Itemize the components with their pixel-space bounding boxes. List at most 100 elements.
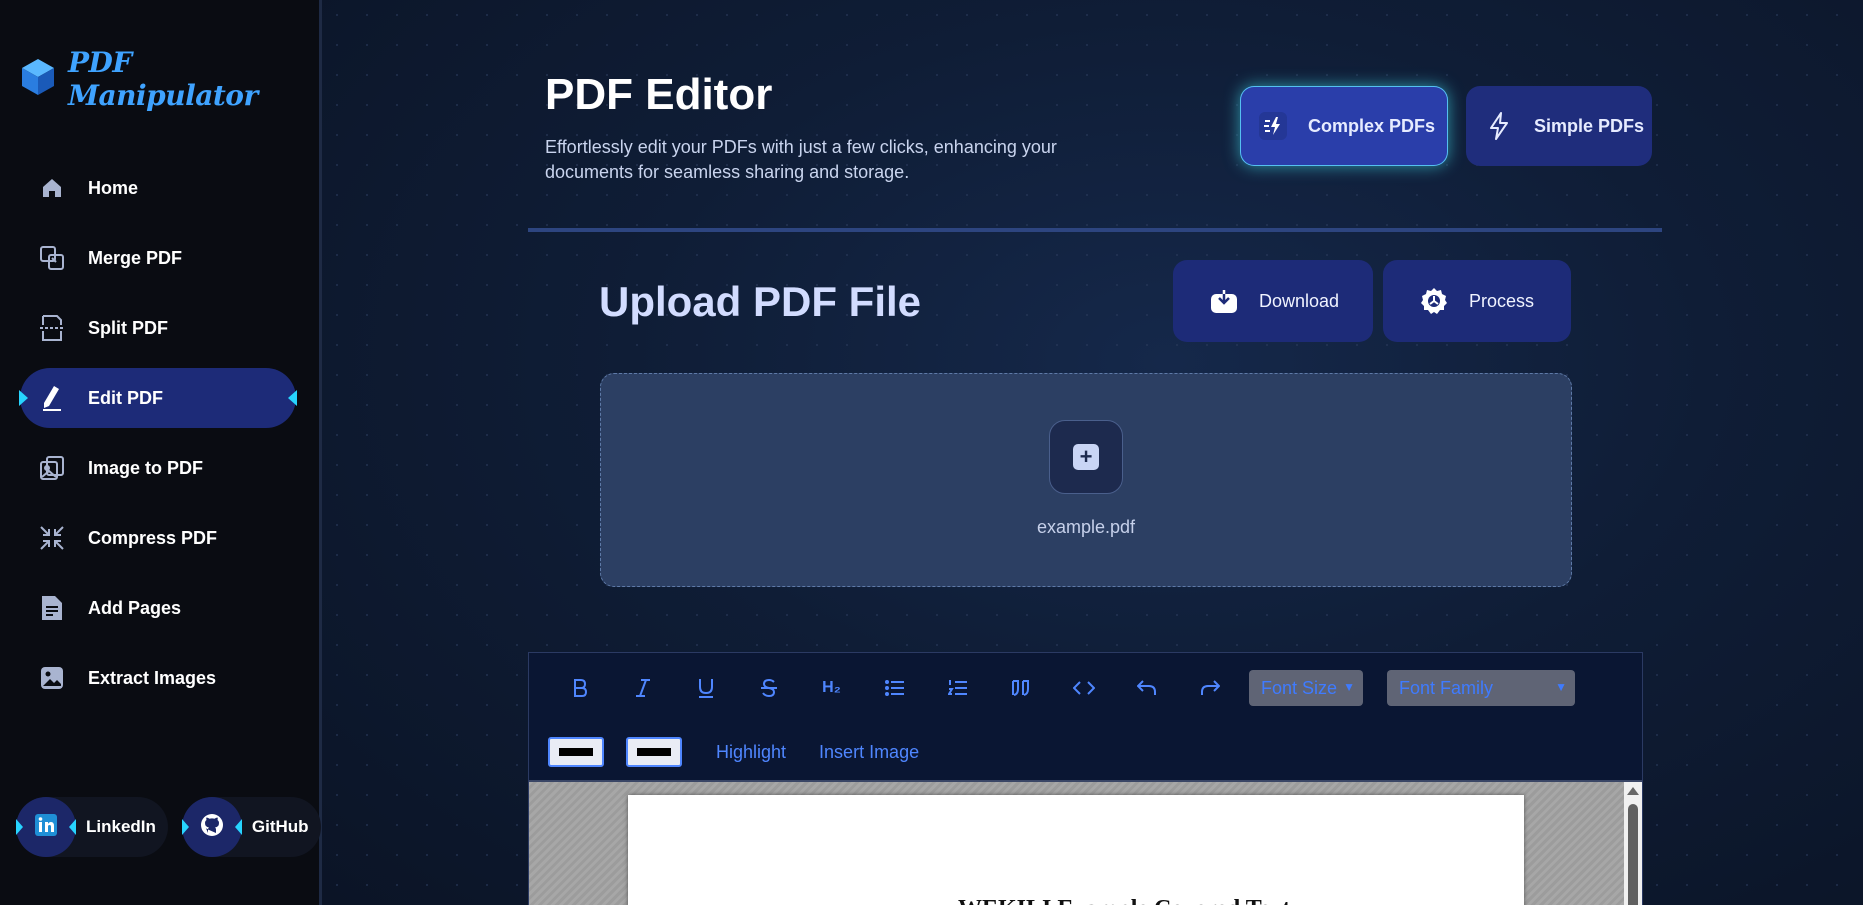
sidebar-item-label: Edit PDF	[88, 387, 163, 408]
sidebar-item-label: Home	[88, 177, 139, 198]
sidebar-item-split-pdf[interactable]: Split PDF	[20, 298, 296, 358]
highlight-button[interactable]: Highlight	[716, 742, 786, 763]
chevron-down-icon: ▼	[1555, 680, 1567, 694]
page-title: PDF Editor	[545, 70, 773, 119]
github-icon	[200, 813, 224, 842]
pdf-page-text: WEKILI Example Covered Text	[958, 896, 1290, 905]
strikethrough-button[interactable]	[737, 668, 800, 708]
app-name: PDF Manipulator	[68, 46, 258, 112]
process-label: Process	[1469, 290, 1535, 311]
complex-pdfs-button[interactable]: Complex PDFs	[1240, 86, 1448, 166]
sidebar-nav: Home Merge PDF Split PDF Edit PDF Image …	[19, 158, 297, 718]
sidebar-item-edit-pdf[interactable]: Edit PDF	[19, 368, 297, 428]
merge-icon	[38, 244, 66, 272]
underline-icon	[698, 679, 713, 698]
undo-button[interactable]	[1115, 668, 1178, 708]
split-icon	[38, 314, 66, 342]
github-icon-wrap	[181, 797, 242, 857]
gear-icon	[1419, 286, 1449, 316]
sidebar-item-label: Compress PDF	[88, 527, 218, 548]
strikethrough-icon	[760, 678, 777, 698]
linkedin-icon	[35, 813, 57, 841]
complex-pdfs-label: Complex PDFs	[1308, 115, 1436, 136]
scroll-up-arrow-icon[interactable]	[1627, 787, 1639, 795]
line-swatch	[637, 748, 671, 756]
page-subtitle: Effortlessly edit your PDFs with just a …	[545, 137, 1057, 182]
sidebar-item-label: Merge PDF	[88, 247, 183, 268]
sidebar-item-add-pages[interactable]: Add Pages	[20, 578, 296, 638]
pdf-page[interactable]: WEKILI Example Covered Text	[628, 795, 1524, 905]
bullet-list-button[interactable]	[863, 668, 926, 708]
font-family-label: Font Family	[1399, 677, 1494, 698]
insert-image-button[interactable]: Insert Image	[819, 742, 919, 763]
add-file-button[interactable]: +	[1049, 420, 1123, 494]
linkedin-icon-wrap	[16, 797, 76, 857]
code-icon	[1072, 681, 1095, 695]
sidebar-item-merge-pdf[interactable]: Merge PDF	[20, 228, 296, 288]
simple-pdfs-label: Simple PDFs	[1534, 115, 1645, 136]
image-to-pdf-icon	[38, 454, 66, 482]
simple-pdfs-button[interactable]: Simple PDFs	[1466, 86, 1652, 166]
sidebar-item-label: Add Pages	[88, 597, 182, 618]
github-link[interactable]: GitHub	[181, 797, 321, 857]
plus-icon: +	[1073, 444, 1099, 470]
compress-icon	[38, 524, 66, 552]
line-thickness-button-1[interactable]	[548, 737, 604, 767]
bold-icon	[573, 679, 587, 697]
line-swatch	[559, 748, 593, 756]
sidebar-item-label: Image to PDF	[88, 457, 204, 478]
heading-icon: H₂	[822, 679, 841, 696]
download-label: Download	[1259, 290, 1340, 311]
linkedin-label: LinkedIn	[86, 817, 156, 836]
upload-title: Upload PDF File	[599, 278, 922, 325]
app-logo[interactable]: PDF Manipulator	[20, 46, 319, 112]
sidebar-item-label: Split PDF	[88, 317, 168, 338]
fast-forward-bolt-icon	[1258, 111, 1288, 141]
bold-button[interactable]	[548, 668, 611, 708]
sidebar-item-compress-pdf[interactable]: Compress PDF	[20, 508, 296, 568]
chevron-down-icon: ▼	[1343, 680, 1355, 694]
home-icon	[38, 174, 66, 202]
process-button[interactable]: Process	[1383, 260, 1571, 342]
linkedin-link[interactable]: LinkedIn	[16, 797, 168, 857]
redo-button[interactable]	[1178, 668, 1241, 708]
download-icon	[1209, 286, 1239, 316]
font-size-label: Font Size	[1261, 677, 1338, 698]
underline-button[interactable]	[674, 668, 737, 708]
undo-icon	[1136, 680, 1156, 695]
font-family-select[interactable]: Font Family ▼	[1387, 670, 1575, 706]
add-pages-icon	[38, 594, 66, 622]
editor-toolbar-secondary: Highlight Insert Image	[529, 723, 1642, 781]
pdf-dropzone[interactable]: + example.pdf	[600, 373, 1572, 587]
code-button[interactable]	[1052, 668, 1115, 708]
scroll-thumb[interactable]	[1628, 804, 1638, 905]
vertical-scrollbar[interactable]	[1624, 782, 1642, 905]
editor-toolbar: H₂ Font Size ▼ Font Family ▼	[529, 653, 1642, 723]
ordered-list-button[interactable]	[926, 668, 989, 708]
italic-button[interactable]	[611, 668, 674, 708]
bullet-list-icon	[884, 680, 904, 696]
uploaded-filename: example.pdf	[1036, 517, 1136, 537]
sidebar-item-image-to-pdf[interactable]: Image to PDF	[20, 438, 296, 498]
header-divider	[528, 228, 1662, 232]
ordered-list-icon	[947, 680, 967, 695]
line-thickness-button-2[interactable]	[626, 737, 682, 767]
download-button[interactable]: Download	[1173, 260, 1373, 342]
sidebar-item-label: Extract Images	[88, 667, 217, 688]
rich-text-editor: H₂ Font Size ▼ Font Family ▼ Highlight I…	[528, 652, 1643, 905]
quote-icon	[1011, 680, 1029, 696]
redo-icon	[1200, 680, 1220, 695]
cube-logo-icon	[20, 57, 56, 102]
extract-images-icon	[38, 664, 66, 692]
github-label: GitHub	[251, 817, 309, 836]
heading-button[interactable]: H₂	[800, 668, 863, 708]
font-size-select[interactable]: Font Size ▼	[1249, 670, 1363, 706]
social-links: LinkedIn GitHub	[16, 797, 321, 857]
pdf-canvas-area[interactable]: WEKILI Example Covered Text	[529, 780, 1642, 905]
sidebar-item-extract-images[interactable]: Extract Images	[20, 648, 296, 708]
italic-icon	[635, 679, 650, 697]
bolt-icon	[1484, 111, 1514, 141]
sidebar: PDF Manipulator Home Merge PDF Split PDF…	[0, 0, 322, 905]
sidebar-item-home[interactable]: Home	[20, 158, 296, 218]
blockquote-button[interactable]	[989, 668, 1052, 708]
